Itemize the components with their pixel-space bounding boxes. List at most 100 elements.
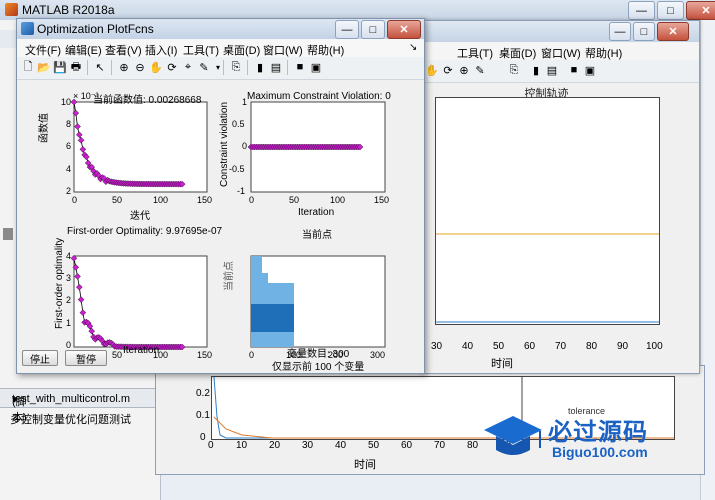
minimize-button[interactable]: — [628,1,655,20]
optimization-plotfcns-window: Optimization PlotFcns — □ ✕ 文件(F) 编辑(E) … [16,18,425,374]
p3-xtick: 50 [112,350,123,360]
p3-ytick: 3 [66,273,72,283]
p2-ylabel: Constraint violation [219,101,230,187]
open-icon[interactable]: 📂 [37,60,51,74]
p2-xtick: 50 [289,195,300,205]
opt-minimize-button[interactable]: — [335,20,359,39]
x-tick: 40 [335,440,347,451]
x-tick: 50 [368,440,380,451]
toolbar-separator [287,60,288,75]
p2-ytick: 1 [242,97,248,107]
new-figure-icon[interactable]: 🗋 [21,60,35,74]
x-tick: 30 [302,440,314,451]
x-tick: 50 [493,341,505,352]
colorbar-icon[interactable]: ▮ [253,60,267,74]
show-plottools-icon[interactable]: ▣ [309,60,323,74]
menu-tools[interactable]: 工具(T) [183,42,219,58]
p3-xtick: 150 [197,350,213,360]
p2-ytick: 0 [242,141,248,151]
editor-file-tab[interactable]: test_with_multicontrol.m (脚本) ▾ [0,388,160,424]
p2-xtick: 0 [249,195,255,205]
link-icon[interactable]: ⎘ [229,60,243,74]
toolbar-separator [247,60,248,75]
legend-icon[interactable]: ▤ [545,63,559,77]
fig2-window-controls: — □ ✕ [609,22,689,41]
fig2-maximize-button[interactable]: □ [633,22,655,41]
fig2-menu-desktop[interactable]: 桌面(D) [499,45,536,61]
pan-icon[interactable]: ✋ [149,60,163,74]
p1-ytick: 8 [66,119,72,129]
p1-xlabel: 迭代 [130,211,150,222]
fig2-menu-help[interactable]: 帮助(H) [585,45,622,61]
opt-close-button[interactable]: ✕ [387,20,421,39]
toolbar-separator [223,60,224,75]
y-tick: 0.1 [196,410,210,421]
rotate-icon[interactable]: ⟳ [165,60,179,74]
fig2-menu-tools[interactable]: 工具(T) [457,45,493,61]
stop-button[interactable]: 停止 [22,350,58,366]
menu-help[interactable]: 帮助(H) [307,42,344,58]
opt-titlebar: Optimization PlotFcns — □ ✕ [17,19,424,40]
menu-edit[interactable]: 编辑(E) [65,42,102,58]
p3-xlabel: Iteration [123,345,160,356]
y-tick: 0 [200,432,206,443]
matlab-logo-icon [5,3,18,16]
maximize-button[interactable]: □ [657,1,684,20]
menu-window[interactable]: 窗口(W) [263,42,303,58]
dock-arrow-icon[interactable]: ↘ [409,42,417,53]
zoom-out-icon[interactable]: ⊖ [133,60,147,74]
colorbar-icon[interactable]: ▮ [529,63,543,77]
brush-icon[interactable]: ✎ [197,60,211,74]
figure-icon [21,22,34,35]
close-button[interactable]: ✕ [686,1,715,20]
matlab-title: MATLAB R2018a [22,3,115,17]
pan-icon[interactable]: ✋ [425,63,439,77]
datacursor-icon[interactable]: ⌖ [181,60,195,74]
fig2-close-button[interactable]: ✕ [657,22,689,41]
left-toolbar-stub [0,30,16,48]
x-tick: 80 [467,440,479,451]
p1-ytick: 4 [66,164,72,174]
p1-ytick: 10 [61,97,72,107]
opt-window-controls: — □ ✕ [335,20,421,39]
fig2-minimize-button[interactable]: — [609,22,631,41]
edit-plot-icon[interactable]: ↖ [93,60,107,74]
menu-desktop[interactable]: 桌面(D) [223,42,260,58]
p1-xtick: 0 [72,195,78,205]
x-tick: 70 [434,440,446,451]
p1-xtick: 150 [197,195,213,205]
p1-xtick: 100 [153,195,169,205]
link-icon[interactable]: ⎘ [507,63,521,77]
fig2-xticks: 30 40 50 60 70 80 90 100 [429,341,679,353]
watermark-text: 必过源码 [548,419,648,446]
hide-plottools-icon[interactable]: ■ [293,60,307,74]
scroll-marker[interactable] [3,228,13,240]
menu-insert[interactable]: 插入(I) [145,42,177,58]
matlab-window-controls: — □ ✕ [628,1,715,20]
save-icon[interactable]: 💾 [53,60,67,74]
menu-view[interactable]: 查看(V) [105,42,142,58]
p2-title: Maximum Constraint Violation: 0 [247,91,391,102]
x-tick: 30 [431,341,443,352]
legend-icon[interactable]: ▤ [269,60,283,74]
p3-axes [73,255,208,348]
chevron-down-icon[interactable]: ▾ [12,393,18,406]
plot-constraint-violation [247,101,386,193]
fig2-titlebar: — □ ✕ [421,21,699,42]
print-icon[interactable]: 🖶 [69,60,83,74]
rotate-icon[interactable]: ⟳ [441,63,455,77]
zoom-in-icon[interactable]: ⊕ [117,60,131,74]
pause-button[interactable]: 暂停 [65,350,107,366]
fig2-menu-window[interactable]: 窗口(W) [541,45,581,61]
x-tick: 0 [208,440,214,451]
datacursor-icon[interactable]: ⊕ [457,63,471,77]
opt-title: Optimization PlotFcns [37,22,154,36]
brush-icon[interactable]: ✎ [473,63,487,77]
editor-file-name: test_with_multicontrol.m [12,393,130,405]
y-tick: 0.2 [196,388,210,399]
toolbar-separator [87,60,88,75]
opt-maximize-button[interactable]: □ [361,20,385,39]
hide-plottools-icon[interactable]: ■ [567,63,581,77]
show-plottools-icon[interactable]: ▣ [583,63,597,77]
menu-file[interactable]: 文件(F) [25,42,61,58]
